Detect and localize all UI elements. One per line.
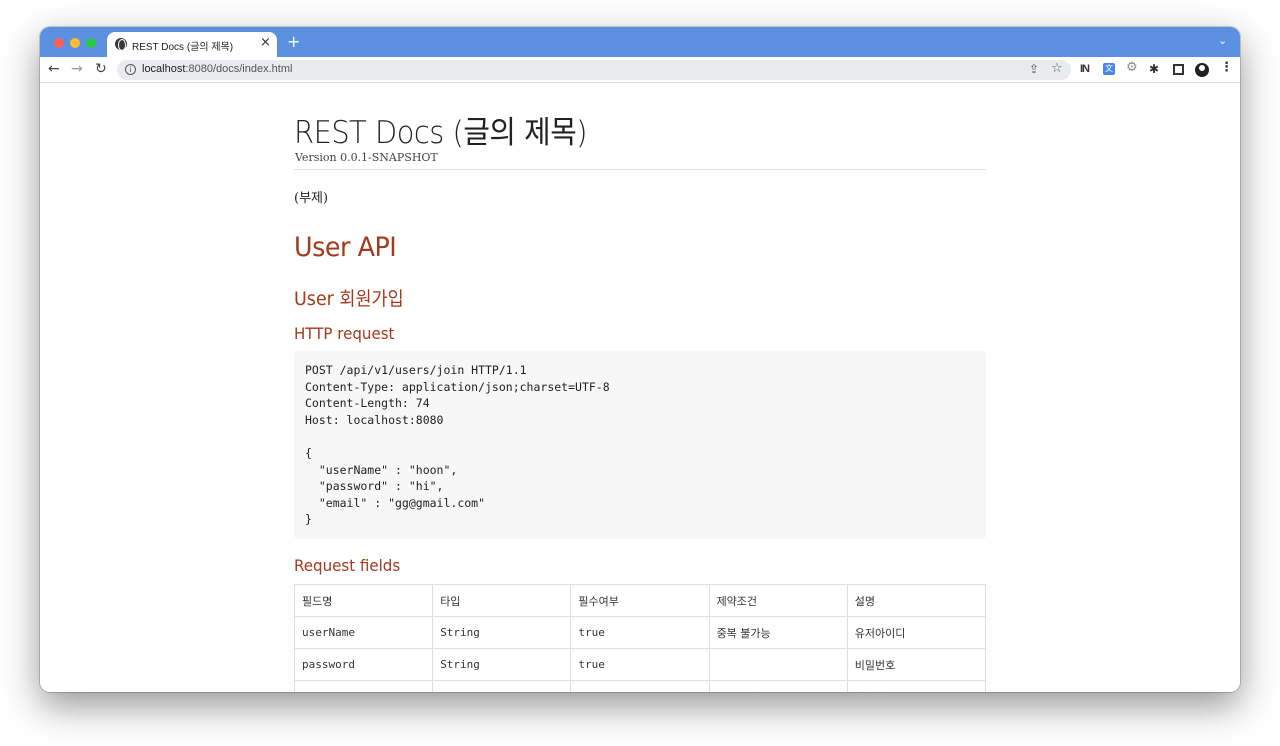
column-header-field-name: 필드명	[293, 584, 434, 617]
cell-required: true	[570, 680, 710, 692]
cell-constraints: 중복 불가능	[708, 680, 848, 692]
maximize-window-button[interactable]	[86, 38, 96, 48]
table-row: password String true 비밀번호	[293, 648, 987, 681]
minimize-window-button[interactable]	[70, 38, 80, 48]
table-header-row: 필드명 타입 필수여부 제약조건 설명	[293, 584, 987, 617]
http-request-heading[interactable]: HTTP request	[294, 324, 394, 343]
version-label: Version 0.0.1-SNAPSHOT	[295, 151, 438, 164]
tab-search-icon[interactable]: ⌄	[1218, 34, 1227, 47]
new-tab-button[interactable]: +	[287, 33, 300, 51]
translate-extension-icon[interactable]: 文	[1103, 63, 1115, 75]
tab-title: REST Docs (글의 제목)	[132, 42, 234, 53]
column-header-required: 필수여부	[570, 584, 710, 617]
section-heading-user-api[interactable]: User API	[294, 232, 397, 263]
column-header-description: 설명	[846, 584, 987, 617]
code-line: POST /api/v1/users/join HTTP/1.1	[305, 363, 527, 377]
profile-icon[interactable]	[1195, 63, 1209, 77]
table-row: email String true 중복 불가능 이메일	[293, 680, 987, 692]
code-line: Content-Length: 74	[305, 396, 430, 411]
page-subtitle: (부제)	[294, 191, 329, 206]
cell-field-name: email	[293, 680, 434, 692]
tab-strip: REST Docs (글의 제목) × + ⌄	[40, 27, 1240, 57]
code-line: Content-Type: application/json;charset=U…	[305, 379, 610, 394]
cell-required: true	[570, 616, 710, 649]
cell-required: true	[570, 648, 710, 681]
close-window-button[interactable]	[54, 38, 64, 48]
cell-type: String	[432, 648, 572, 681]
globe-icon	[115, 38, 127, 51]
share-icon[interactable]: ⇪	[1029, 62, 1039, 76]
url-text[interactable]: localhost:8080/docs/index.html	[142, 63, 292, 75]
cell-constraints	[708, 648, 848, 681]
cell-type: String	[432, 616, 572, 649]
page-title: REST Docs (글의 제목)	[294, 115, 588, 151]
settings-extension-icon[interactable]: ⚙	[1126, 61, 1138, 75]
info-icon[interactable]: i	[125, 64, 136, 75]
back-icon[interactable]: ←	[48, 61, 60, 77]
code-line: }	[305, 512, 312, 527]
cell-field-name: userName	[293, 616, 434, 649]
address-bar[interactable]: i localhost:8080/docs/index.html ⇪ ☆	[117, 60, 1071, 80]
star-icon[interactable]: ☆	[1051, 61, 1063, 76]
column-header-type: 타입	[432, 584, 572, 617]
forward-icon[interactable]: →	[71, 61, 83, 77]
extensions-puzzle-icon[interactable]: ✱	[1149, 62, 1159, 76]
cell-description: 유저아이디	[846, 616, 987, 649]
table-row: userName String true 중복 불가능 유저아이디	[293, 616, 987, 649]
menu-icon[interactable]: ⋮	[1220, 61, 1233, 75]
code-line: "email" : "gg@gmail.com"	[305, 495, 486, 510]
http-request-code-block: POST /api/v1/users/join HTTP/1.1 Content…	[294, 351, 986, 539]
page-viewport[interactable]: REST Docs (글의 제목) Version 0.0.1-SNAPSHOT…	[40, 84, 1240, 692]
request-fields-table: 필드명 타입 필수여부 제약조건 설명 userName String true…	[293, 584, 987, 692]
cell-constraints: 중복 불가능	[708, 616, 848, 649]
reload-icon[interactable]: ↻	[95, 61, 107, 77]
sidepanel-icon[interactable]	[1173, 64, 1184, 75]
browser-toolbar: ← → ↻ i localhost:8080/docs/index.html ⇪…	[40, 57, 1240, 83]
subsection-heading-user-join[interactable]: User 회원가입	[294, 284, 404, 311]
in-extension-icon[interactable]: IN	[1080, 62, 1090, 76]
code-line: "password" : "hi",	[305, 479, 444, 494]
cell-description: 비밀번호	[846, 648, 987, 681]
tab-rest-docs[interactable]: REST Docs (글의 제목) ×	[107, 32, 277, 57]
request-fields-heading[interactable]: Request fields	[294, 556, 400, 575]
browser-window: REST Docs (글의 제목) × + ⌄ ← → ↻ i localhos…	[40, 27, 1240, 692]
header-divider	[294, 169, 986, 170]
cell-field-name: password	[293, 648, 434, 681]
code-line: "userName" : "hoon",	[305, 462, 458, 477]
tab-close-icon[interactable]: ×	[260, 36, 271, 50]
code-line: {	[305, 445, 312, 460]
code-line: Host: localhost:8080	[305, 412, 444, 427]
cell-type: String	[432, 680, 572, 692]
column-header-constraints: 제약조건	[708, 584, 848, 617]
cell-description: 이메일	[846, 680, 987, 692]
